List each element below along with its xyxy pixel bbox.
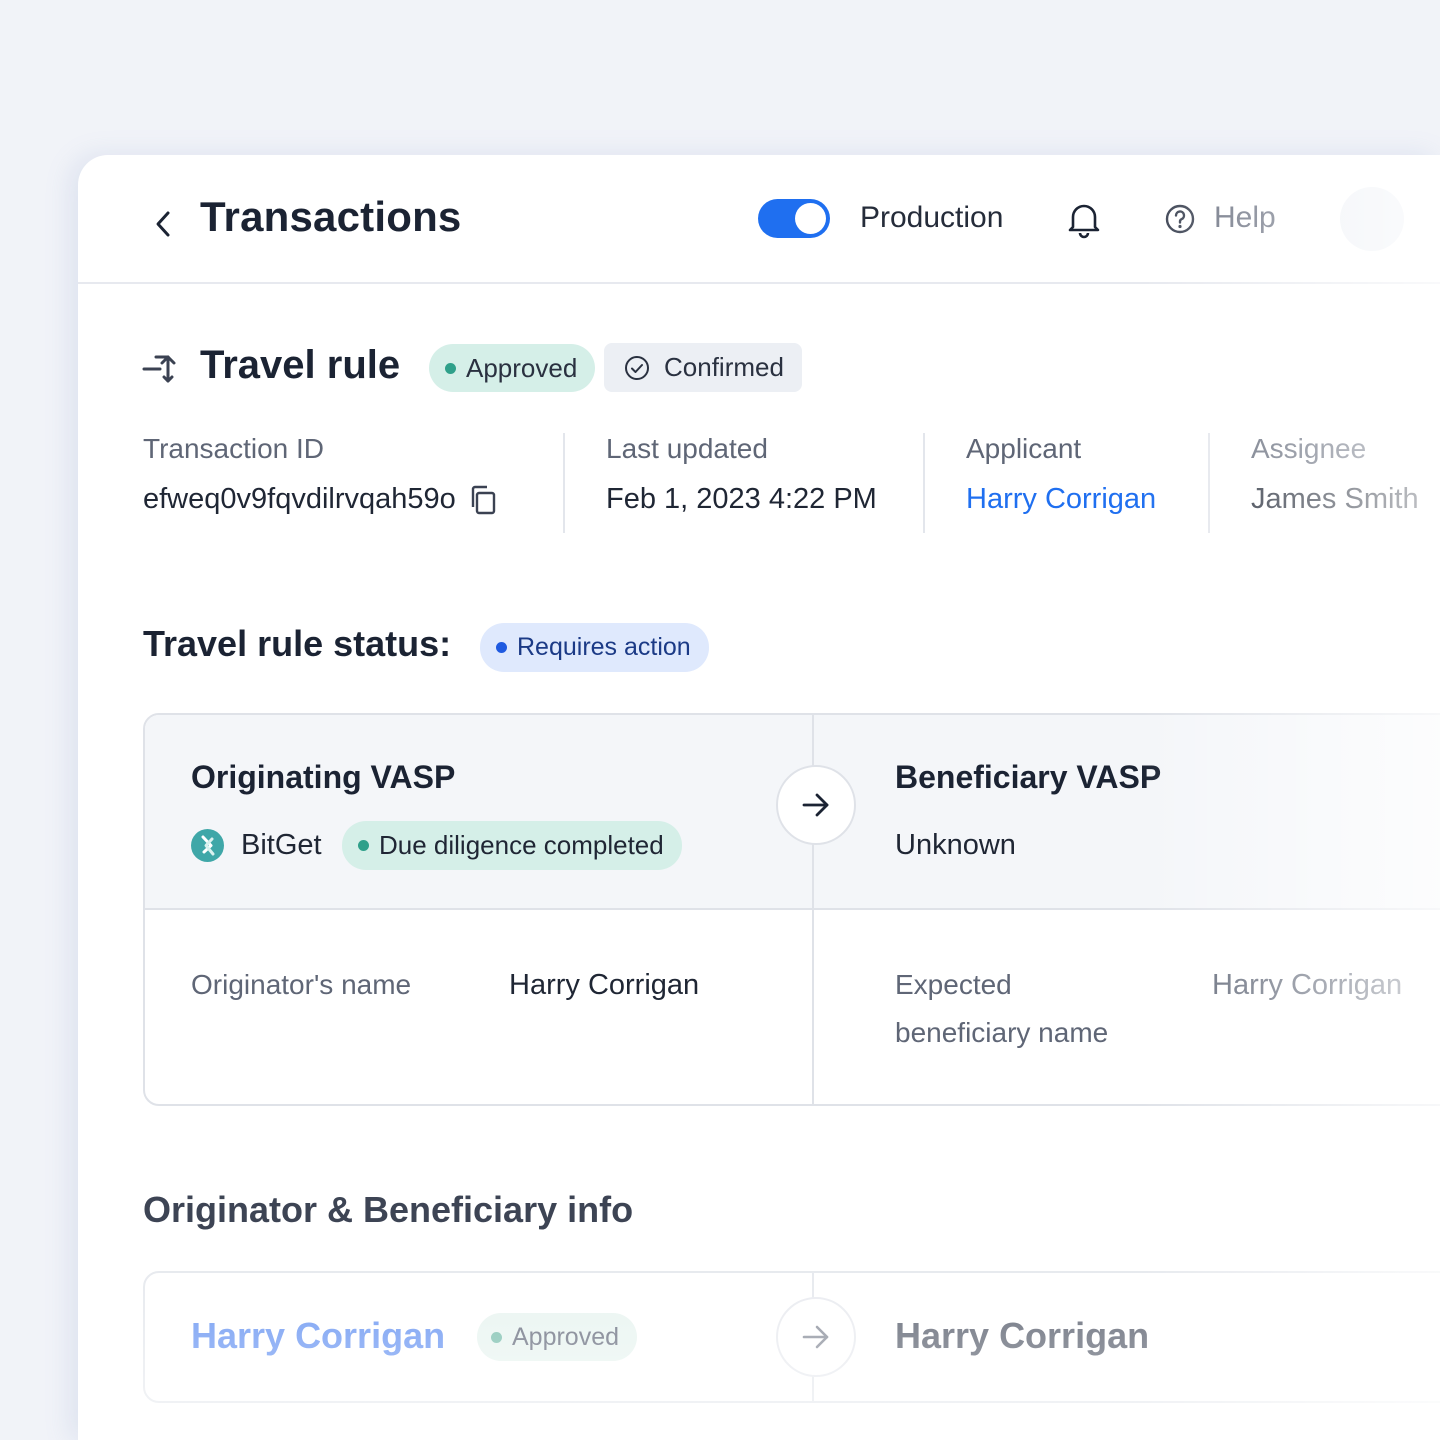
back-button[interactable] — [150, 207, 176, 241]
confirmed-badge: Confirmed — [604, 343, 802, 392]
meta-divider — [923, 433, 925, 533]
requires-action-badge: Requires action — [480, 623, 709, 672]
due-diligence-label: Due diligence completed — [379, 830, 664, 860]
meta-assignee: Assignee James Smith — [1251, 433, 1419, 516]
meta-divider — [563, 433, 565, 533]
requires-action-label: Requires action — [517, 633, 691, 661]
status-dot — [445, 362, 456, 374]
meta-transaction-id: Transaction ID efweq0v9fqvdilrvqah59o — [143, 433, 498, 516]
originator-name-label: Originator's name — [191, 969, 412, 1000]
applicant-link[interactable]: Harry Corrigan — [966, 483, 1156, 516]
beneficiary-vasp-name: Unknown — [895, 829, 1016, 861]
originator-name-value: Harry Corrigan — [509, 969, 700, 1001]
chevron-left-icon — [156, 211, 170, 237]
assignee-value[interactable]: James Smith — [1251, 483, 1419, 516]
beneficiary-name: Harry Corrigan — [895, 1315, 1150, 1356]
meta-last-updated: Last updated Feb 1, 2023 4:22 PM — [606, 433, 877, 516]
parties-transfer-arrow — [776, 1297, 856, 1377]
beneficiary-vasp-heading: Beneficiary VASP — [895, 759, 1162, 795]
last-updated-value: Feb 1, 2023 4:22 PM — [606, 483, 877, 515]
info-section-title: Originator & Beneficiary info — [143, 1189, 634, 1230]
bitget-logo-icon — [191, 829, 224, 862]
approved-badge: Approved — [429, 344, 596, 392]
expected-beneficiary-label: Expected beneficiary name — [895, 961, 1108, 1057]
production-toggle[interactable] — [758, 199, 830, 238]
bell-icon[interactable] — [1064, 199, 1104, 239]
meta-label: Last updated — [606, 433, 768, 464]
arrow-right-icon — [802, 793, 829, 817]
check-circle-icon — [625, 355, 649, 380]
label-line: beneficiary name — [895, 1017, 1109, 1048]
originating-vasp-name: BitGet — [241, 829, 322, 861]
vasp-transfer-arrow — [776, 765, 856, 845]
help-link[interactable]: Help — [1214, 201, 1276, 235]
status-dot — [496, 642, 507, 653]
confirmed-badge-label: Confirmed — [664, 352, 784, 382]
label-line: Expected — [895, 969, 1012, 1000]
originator-approved-label: Approved — [512, 1322, 620, 1351]
top-bar: Transactions Production Help — [78, 155, 1440, 284]
transaction-panel: Transactions Production Help Travel rule… — [78, 155, 1440, 1440]
travel-rule-icon — [142, 355, 176, 383]
help-circle-icon[interactable] — [1164, 203, 1196, 235]
meta-label: Assignee — [1251, 433, 1367, 464]
approved-badge-label: Approved — [466, 352, 578, 383]
meta-divider — [1208, 433, 1210, 533]
copy-icon[interactable] — [468, 484, 498, 516]
environment-label: Production — [860, 201, 1004, 234]
originator-name-link[interactable]: Harry Corrigan — [191, 1315, 445, 1357]
meta-label: Applicant — [966, 433, 1082, 464]
expected-beneficiary-value: Harry Corrigan — [1212, 969, 1403, 1001]
transaction-id-value: efweq0v9fqvdilrvqah59o — [143, 483, 456, 515]
status-dot — [358, 840, 369, 851]
due-diligence-badge: Due diligence completed — [342, 821, 682, 870]
toggle-knob — [795, 203, 826, 234]
meta-applicant: Applicant Harry Corrigan — [966, 433, 1156, 516]
meta-label: Transaction ID — [143, 433, 325, 464]
meta-value: efweq0v9fqvdilrvqah59o — [143, 483, 498, 516]
originating-vasp-heading: Originating VASP — [191, 759, 456, 795]
travel-rule-status-title: Travel rule status: — [143, 623, 452, 664]
status-dot — [491, 1331, 502, 1343]
arrow-right-icon — [802, 1325, 829, 1349]
rule-title: Travel rule — [200, 343, 401, 387]
avatar[interactable] — [1340, 187, 1404, 251]
originator-approved-badge: Approved — [477, 1313, 638, 1361]
page-title: Transactions — [200, 193, 462, 240]
